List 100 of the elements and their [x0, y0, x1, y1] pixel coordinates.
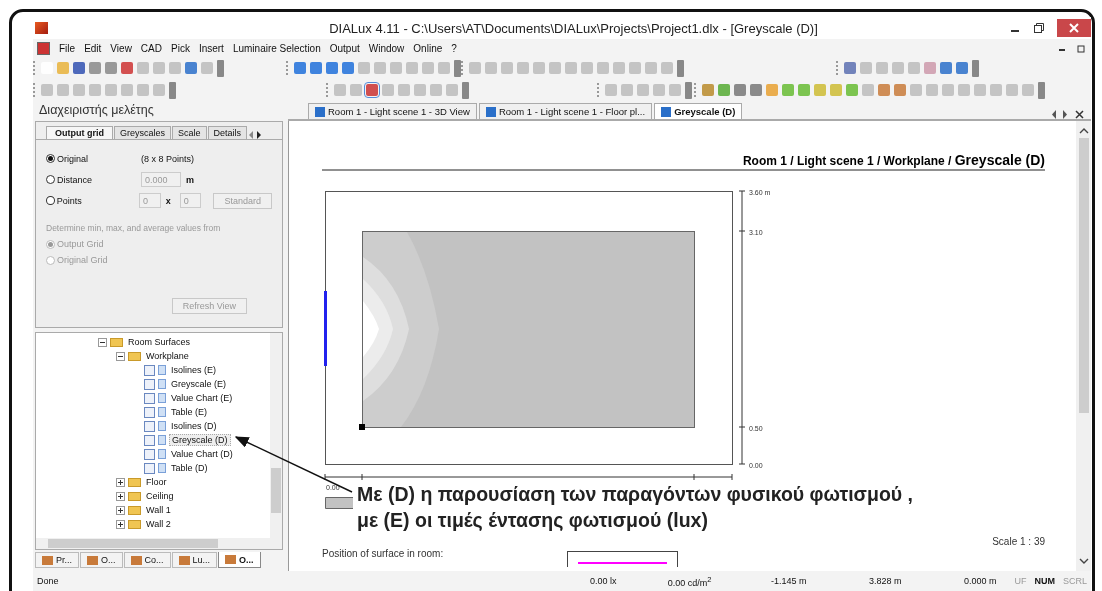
toolbar-icon[interactable] [105, 84, 117, 96]
toolbar-icon[interactable] [940, 62, 952, 74]
toolbar-icon[interactable] [718, 84, 730, 96]
properties-tab[interactable]: Output grid [46, 126, 113, 139]
toolbar-icon[interactable] [669, 84, 681, 96]
toolbar-icon[interactable] [137, 62, 149, 74]
tree-item[interactable]: Room Surfaces [126, 337, 193, 347]
toolbar-icon[interactable] [645, 62, 657, 74]
toolbar-icon[interactable] [974, 84, 986, 96]
checkbox[interactable] [144, 364, 155, 376]
toolbar-icon[interactable] [73, 62, 85, 74]
expand-icon[interactable] [116, 519, 125, 529]
collapse-icon[interactable] [98, 337, 107, 347]
toolbar-dropdown[interactable] [685, 81, 692, 99]
menu-item[interactable]: CAD [140, 42, 162, 54]
document-tab[interactable]: Greyscale (D) [654, 103, 743, 119]
toolbar-icon[interactable] [894, 84, 906, 96]
checkbox[interactable] [144, 434, 155, 446]
properties-tab[interactable]: Greyscales [114, 126, 171, 139]
toolbar-icon[interactable] [878, 84, 890, 96]
toolbar-icon[interactable] [382, 84, 394, 96]
toolbar-icon[interactable] [153, 62, 165, 74]
toolbar-icon[interactable] [89, 84, 101, 96]
tree-item[interactable]: Greyscale (E) [169, 379, 228, 389]
toolbar-dropdown[interactable] [454, 59, 461, 77]
toolbar-icon[interactable] [485, 62, 497, 74]
toolbar-icon[interactable] [565, 62, 577, 74]
toolbar-icon[interactable] [501, 62, 513, 74]
tree-item[interactable]: Wall 2 [144, 519, 173, 529]
toolbar-icon[interactable] [89, 62, 101, 74]
toolbar-icon[interactable] [390, 62, 402, 74]
toolbar-icon[interactable] [926, 84, 938, 96]
toolbar-icon[interactable] [876, 62, 888, 74]
toolbar-icon[interactable] [517, 62, 529, 74]
toolbar-icon[interactable] [57, 84, 69, 96]
toolbar-icon[interactable] [469, 62, 481, 74]
toolbar-icon[interactable] [862, 84, 874, 96]
menu-item[interactable]: File [59, 42, 76, 54]
tree-item[interactable]: Table (E) [169, 407, 209, 417]
tree-item[interactable]: Value Chart (E) [169, 393, 235, 403]
toolbar-icon[interactable] [414, 84, 426, 96]
menu-item[interactable]: Edit [84, 42, 102, 54]
toolbar-icon[interactable] [430, 84, 442, 96]
toolbar-icon[interactable] [57, 62, 69, 74]
toolbar-icon[interactable] [621, 84, 633, 96]
scroll-down-icon[interactable] [1078, 558, 1089, 565]
menu-item[interactable]: Pick [171, 42, 190, 54]
toolbar-icon[interactable] [185, 62, 197, 74]
document-tab[interactable]: Room 1 - Light scene 1 - Floor pl... [478, 103, 653, 119]
toolbar-icon[interactable] [597, 62, 609, 74]
scroll-arrows-icon[interactable] [248, 131, 263, 139]
toolbar-icon[interactable] [137, 84, 149, 96]
toolbar-icon[interactable] [637, 84, 649, 96]
toolbar-icon[interactable] [613, 62, 625, 74]
toolbar-icon[interactable] [908, 62, 920, 74]
menu-item[interactable]: ? [451, 42, 457, 54]
expand-icon[interactable] [116, 505, 125, 515]
radio-button[interactable] [46, 154, 55, 163]
toolbar-icon[interactable] [121, 84, 133, 96]
toolbar-icon[interactable] [1022, 84, 1034, 96]
tab-nav-icon[interactable] [1051, 110, 1085, 119]
toolbar-dropdown[interactable] [169, 81, 176, 99]
toolbar-icon[interactable] [734, 84, 746, 96]
toolbar-icon[interactable] [121, 62, 133, 74]
toolbar-dropdown[interactable] [1038, 81, 1045, 99]
toolbar-icon[interactable] [446, 84, 458, 96]
checkbox[interactable] [144, 420, 155, 432]
toolbar-icon[interactable] [814, 84, 826, 96]
document-tab[interactable]: Room 1 - Light scene 1 - 3D View [308, 103, 477, 119]
collapse-icon[interactable] [116, 351, 125, 361]
radio-button[interactable] [46, 175, 55, 184]
toolbar-icon[interactable] [910, 84, 922, 96]
toolbar-icon[interactable] [350, 84, 362, 96]
toolbar-icon[interactable] [750, 84, 762, 96]
checkbox[interactable] [144, 462, 155, 474]
toolbar-icon[interactable] [334, 84, 346, 96]
toolbar-icon[interactable] [398, 84, 410, 96]
properties-tab[interactable]: Scale [172, 126, 207, 139]
menu-item[interactable]: View [110, 42, 132, 54]
radio-button[interactable] [46, 196, 55, 205]
toolbar-dropdown[interactable] [462, 81, 469, 99]
tree-item[interactable]: Table (D) [169, 463, 210, 473]
toolbar-icon[interactable] [169, 62, 181, 74]
menu-item[interactable]: Window [368, 42, 405, 54]
scroll-up-icon[interactable] [1078, 127, 1089, 134]
menu-item[interactable]: Online [413, 42, 443, 54]
toolbar-icon[interactable] [846, 84, 858, 96]
menu-item[interactable]: Insert [198, 42, 224, 54]
tree-item[interactable]: Greyscale (D) [169, 434, 231, 446]
tree-item[interactable]: Workplane [144, 351, 191, 361]
toolbar-icon[interactable] [549, 62, 561, 74]
toolbar-icon[interactable] [798, 84, 810, 96]
panel-tab[interactable]: Pr... [35, 552, 79, 568]
toolbar-icon[interactable] [956, 62, 968, 74]
scrollbar[interactable] [1076, 121, 1091, 571]
close-button[interactable] [1057, 19, 1091, 37]
menu-item[interactable]: Luminaire Selection [232, 42, 321, 54]
toolbar-icon[interactable] [844, 62, 856, 74]
toolbar-icon[interactable] [653, 84, 665, 96]
toolbar-icon[interactable] [860, 62, 872, 74]
